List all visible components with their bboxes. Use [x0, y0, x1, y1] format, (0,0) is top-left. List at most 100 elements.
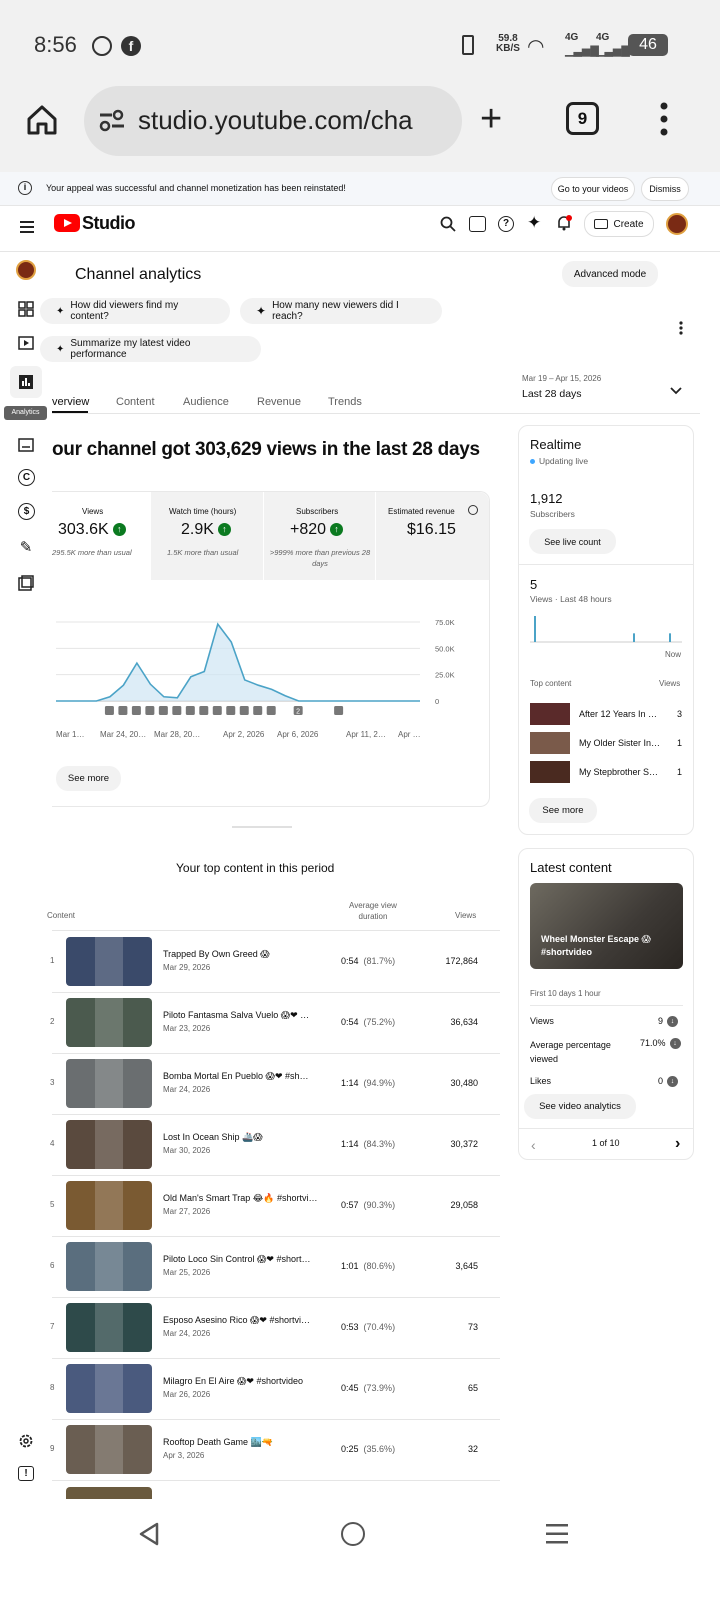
feedback-chat-icon[interactable] — [469, 216, 486, 232]
table-row[interactable]: 3 Bomba Mortal En Pueblo 😱❤ #sh… Mar 24, 2… — [50, 1054, 500, 1114]
subtitles-icon[interactable] — [16, 435, 36, 455]
go-to-videos-button[interactable]: Go to your videos — [551, 177, 635, 201]
see-more-button[interactable]: See more — [56, 766, 121, 791]
advanced-mode-button[interactable]: Advanced mode — [562, 261, 658, 287]
settings-icon[interactable] — [16, 1431, 36, 1451]
address-bar[interactable]: studio.youtube.com/cha — [84, 86, 462, 156]
stat-label: Average percentage viewed — [530, 1040, 611, 1064]
video-thumbnail[interactable] — [66, 1120, 152, 1169]
earn-icon[interactable]: $ — [18, 503, 35, 520]
table-row[interactable]: 1 Trapped By Own Greed 😱 Mar 29, 2026 0:54 … — [50, 932, 500, 992]
send-feedback-icon[interactable]: ! — [18, 1466, 34, 1481]
banner-text: Your appeal was successful and channel m… — [46, 183, 346, 193]
table-row[interactable]: 6 Piloto Loco Sin Control 😱❤ #short… Mar 2… — [50, 1237, 500, 1297]
video-thumbnail[interactable] — [66, 1303, 152, 1352]
video-views: 1 — [677, 767, 683, 777]
latest-video-thumbnail[interactable]: Wheel Monster Escape 😱 #shortvideo — [530, 883, 683, 969]
content-icon[interactable] — [16, 333, 36, 353]
video-thumbnail[interactable] — [66, 1242, 152, 1291]
video-date: Mar 25, 2026 — [163, 1268, 211, 1277]
youtube-logo[interactable] — [54, 214, 80, 232]
video-marker-icon[interactable] — [253, 706, 263, 715]
video-marker-icon[interactable] — [212, 706, 222, 715]
video-thumbnail[interactable] — [66, 1425, 152, 1474]
table-row[interactable]: 4 Lost In Ocean Ship 🚢😱 Mar 30, 2026 1:14 (… — [50, 1115, 500, 1175]
y-tick-label: 75.0K — [435, 618, 455, 627]
video-marker-icon[interactable] — [185, 706, 195, 715]
metric-watch-time[interactable]: Watch time (hours) 2.9K ↑ 1.5K more than … — [151, 492, 263, 580]
video-marker-badge[interactable]: 2 — [293, 706, 303, 716]
recents-icon[interactable] — [546, 1523, 568, 1550]
search-icon[interactable] — [440, 216, 456, 232]
stat-value-text: 9 — [658, 1016, 664, 1026]
chip-new-viewers[interactable]: ✦ How many new viewers did I reach? — [240, 298, 442, 324]
metric-views[interactable]: Views 303.6K ↑ 295.5K more than usual — [52, 492, 150, 580]
channel-avatar[interactable] — [16, 260, 36, 280]
see-live-count-button[interactable]: See live count — [529, 529, 616, 554]
account-avatar[interactable] — [666, 213, 688, 235]
table-row[interactable]: 8 Milagro En El Aire 😱❤ #shortvideo Mar 26… — [50, 1359, 500, 1419]
dashboard-icon[interactable] — [16, 299, 36, 319]
back-icon[interactable] — [138, 1522, 160, 1551]
more-menu-icon[interactable] — [660, 102, 668, 136]
video-thumbnail[interactable] — [66, 1059, 152, 1108]
video-thumbnail[interactable] — [66, 937, 152, 986]
dismiss-button[interactable]: Dismiss — [641, 177, 689, 201]
video-marker-icon[interactable] — [131, 706, 141, 715]
col-content-header: Content — [47, 911, 76, 920]
analytics-icon[interactable] — [10, 366, 42, 398]
home-icon[interactable] — [24, 102, 60, 138]
create-button[interactable]: Create — [584, 211, 654, 237]
video-marker-icon[interactable] — [226, 706, 236, 715]
see-more-button[interactable]: See more — [529, 798, 597, 823]
video-thumbnail[interactable] — [66, 1181, 152, 1230]
see-video-analytics-button[interactable]: See video analytics — [524, 1094, 636, 1119]
table-row[interactable]: 2 Piloto Fantasma Salva Vuelo 😱❤ … Mar 23,… — [50, 993, 500, 1053]
video-marker-icon[interactable] — [199, 706, 209, 715]
rt-top-item[interactable]: After 12 Years In … 3 — [530, 703, 682, 725]
tab-overview[interactable]: verview — [52, 396, 89, 408]
video-marker-icon[interactable] — [145, 706, 155, 715]
new-tab-icon[interactable]: + — [480, 100, 502, 138]
divider — [519, 1128, 693, 1129]
metric-note: >999% more than previous 28 days — [269, 548, 371, 568]
customization-icon[interactable]: ✎ — [16, 537, 36, 557]
table-row[interactable]: 7 Esposo Asesino Rico 😱❤ #shortvi… Mar 24,… — [50, 1298, 500, 1358]
metric-subscribers[interactable]: Subscribers +820 ↑ >999% more than previo… — [264, 492, 375, 580]
chip-summarize[interactable]: ✦ Summarize my latest video performance — [40, 336, 261, 362]
metric-revenue[interactable]: Estimated revenue $16.15 — [376, 492, 489, 580]
site-settings-icon[interactable] — [98, 108, 126, 132]
chevron-left-icon[interactable]: ‹ — [531, 1137, 536, 1153]
video-marker-icon[interactable] — [266, 706, 276, 715]
copyright-icon[interactable]: C — [18, 469, 35, 486]
video-marker-icon[interactable] — [158, 706, 168, 715]
menu-icon[interactable] — [20, 220, 34, 233]
video-marker-icon[interactable] — [334, 706, 344, 715]
table-row[interactable]: 5 Old Man's Smart Trap 😂🔥 #shortvi… Mar 27… — [50, 1176, 500, 1236]
audio-library-icon[interactable] — [16, 573, 36, 593]
tab-revenue[interactable]: Revenue — [257, 396, 301, 408]
sparkle-icon[interactable]: ✦ — [527, 213, 541, 233]
video-thumbnail[interactable] — [66, 1487, 152, 1499]
rt-top-item[interactable]: My Stepbrother S… 1 — [530, 761, 682, 783]
table-row[interactable]: 9 Rooftop Death Game 🏙️🔫 Apr 3, 2026 0:25 (… — [50, 1420, 500, 1480]
notifications-icon[interactable] — [556, 215, 572, 231]
tab-switcher-button[interactable]: 9 — [566, 102, 599, 135]
chip-find-content[interactable]: ✦ How did viewers find my content? — [40, 298, 230, 324]
date-range-picker[interactable]: Mar 19 – Apr 15, 2026 Last 28 days — [522, 372, 692, 406]
video-marker-icon[interactable] — [239, 706, 249, 715]
help-icon[interactable]: ? — [498, 216, 514, 232]
tab-content[interactable]: Content — [116, 396, 155, 408]
video-marker-icon[interactable] — [172, 706, 182, 715]
home-button-icon[interactable] — [341, 1522, 365, 1546]
chevron-right-icon[interactable]: › — [675, 1135, 680, 1153]
video-marker-icon[interactable] — [118, 706, 128, 715]
video-thumbnail[interactable] — [66, 998, 152, 1047]
more-options-icon[interactable] — [679, 321, 683, 335]
tab-audience[interactable]: Audience — [183, 396, 229, 408]
video-marker-icon[interactable] — [104, 706, 114, 715]
rt-top-item[interactable]: My Older Sister In… 1 — [530, 732, 682, 754]
video-thumbnail[interactable] — [66, 1364, 152, 1413]
tab-trends[interactable]: Trends — [328, 396, 362, 408]
stat-label: Views — [530, 1016, 554, 1026]
